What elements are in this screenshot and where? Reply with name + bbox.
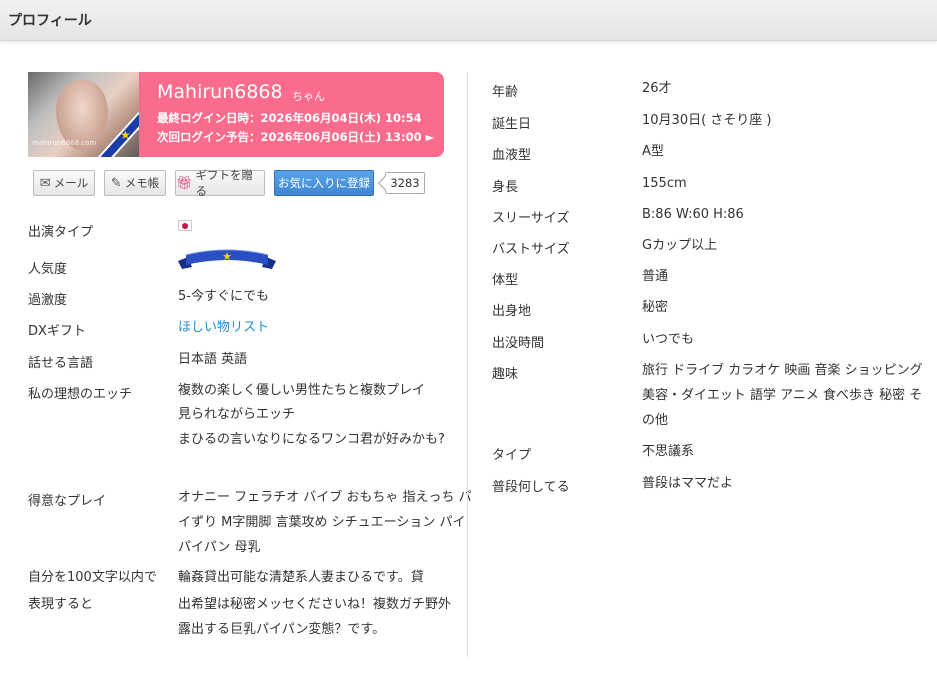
body-type-label: 体型	[492, 273, 519, 288]
type-label: タイプ	[492, 448, 532, 463]
blood-type-label: 血液型	[492, 148, 532, 163]
mail-button[interactable]: ✉ メール	[33, 170, 95, 196]
hometown-value: 秘密	[642, 300, 669, 315]
ideal-line: まひるの言いなりになるワンコ君が好みかも?	[178, 432, 445, 447]
profile-card: mahirun6868.com ★ Mahirun6868 ちゃん 最終ログイン…	[28, 72, 444, 157]
japan-flag-icon	[178, 220, 192, 231]
next-login-notice[interactable]: 次回ログイン予告：2026年06月06日(土) 13:00 ►	[157, 129, 434, 145]
favorite-count: 3283	[385, 172, 425, 194]
thumbnail-watermark: mahirun6868.com	[32, 139, 97, 147]
hobbies-line: の他	[642, 413, 669, 428]
performance-type-label: 出演タイプ	[28, 225, 94, 240]
dx-gift-label: DXギフト	[28, 324, 86, 339]
bust-size-label: バストサイズ	[492, 242, 570, 257]
popularity-label: 人気度	[28, 262, 68, 277]
column-divider	[467, 72, 468, 657]
good-play-label: 得意なプレイ	[28, 494, 107, 509]
height-value: 155cm	[642, 176, 687, 191]
mail-button-label: メール	[53, 176, 89, 190]
popularity-ribbon-icon: ★	[178, 249, 276, 269]
gift-icon: 🎁︎	[176, 175, 193, 191]
body-type-value: 普通	[642, 269, 669, 284]
intro-label: 自分を100文字以内で	[28, 570, 157, 585]
intro-line: 輪姦貸出可能な清楚系人妻まひるです。貸	[178, 570, 424, 585]
age-label: 年齢	[492, 85, 519, 100]
hometown-label: 出身地	[492, 304, 532, 319]
ideal-line: 複数の楽しく優しい男性たちと複数プレイ	[178, 383, 426, 398]
bust-size-value: Gカップ以上	[642, 238, 718, 253]
three-size-label: スリーサイズ	[492, 211, 570, 226]
height-label: 身長	[492, 180, 519, 195]
active-time-value: いつでも	[642, 332, 695, 347]
ideal-line: 見られながらエッチ	[178, 407, 296, 422]
hobbies-line: 旅行 ドライブ カラオケ 映画 音楽 ショッピング	[642, 363, 923, 378]
intensity-label: 過激度	[28, 293, 68, 308]
blood-type-value: A型	[642, 144, 664, 159]
birthday-value: 10月30日( さそり座 )	[642, 113, 772, 128]
profile-name: Mahirun6868	[157, 81, 283, 103]
memo-button-label: メモ帳	[124, 176, 160, 190]
page-header: プロフィール	[0, 0, 937, 41]
usual-activity-label: 普段何してる	[492, 480, 570, 495]
languages-value: 日本語 英語	[178, 352, 248, 367]
edit-icon: ✎	[110, 175, 122, 191]
rank-star-icon: ★	[120, 128, 131, 142]
intro-label: 表現すると	[28, 597, 94, 612]
gift-button-label: ギフトを贈る	[195, 168, 254, 198]
three-size-value: B:86 W:60 H:86	[642, 207, 744, 222]
memo-button[interactable]: ✎ メモ帳	[104, 170, 166, 196]
intro-line: 出希望は秘密メッセくださいね！複数ガチ野外	[178, 597, 452, 612]
svg-text:★: ★	[222, 250, 232, 263]
profile-nameplate: Mahirun6868 ちゃん 最終ログイン日時：2026年06月04日(木) …	[139, 72, 444, 157]
gift-button[interactable]: 🎁︎ ギフトを贈る	[175, 168, 265, 198]
type-value: 不思議系	[642, 444, 695, 459]
usual-activity-value: 普段はママだよ	[642, 476, 734, 491]
good-play-line: パイパン 母乳	[178, 540, 261, 555]
wishlist-link[interactable]: ほしい物リスト	[178, 316, 269, 340]
ideal-label: 私の理想のエッチ	[28, 387, 133, 402]
active-time-label: 出没時間	[492, 336, 545, 351]
languages-label: 話せる言語	[28, 356, 94, 371]
intensity-value: 5-今すぐにでも	[178, 289, 269, 304]
favorite-count-value: 3283	[390, 176, 420, 190]
add-favorite-button[interactable]: お気に入りに登録	[274, 170, 374, 196]
good-play-line: イずり M字開脚 言葉攻め シチュエーション パイ	[178, 515, 466, 530]
birthday-label: 誕生日	[492, 117, 532, 132]
envelope-icon: ✉	[39, 175, 51, 191]
hobbies-line: 美容・ダイエット 語学 アニメ 食べ歩き 秘密 そ	[642, 388, 923, 403]
profile-thumbnail[interactable]: mahirun6868.com ★	[28, 72, 139, 157]
hobbies-label: 趣味	[492, 367, 519, 382]
last-login-time: 最終ログイン日時：2026年06月04日(木) 10:54	[157, 111, 422, 125]
good-play-line: オナニー フェラチオ バイブ おもちゃ 指えっち パ	[178, 490, 472, 505]
intro-line: 露出する巨乳パイパン変態？です。	[178, 622, 386, 637]
page-title: プロフィール	[8, 13, 92, 29]
age-value: 26才	[642, 81, 672, 96]
profile-honorific: ちゃん	[292, 90, 325, 103]
rank-ribbon-icon	[96, 111, 139, 157]
